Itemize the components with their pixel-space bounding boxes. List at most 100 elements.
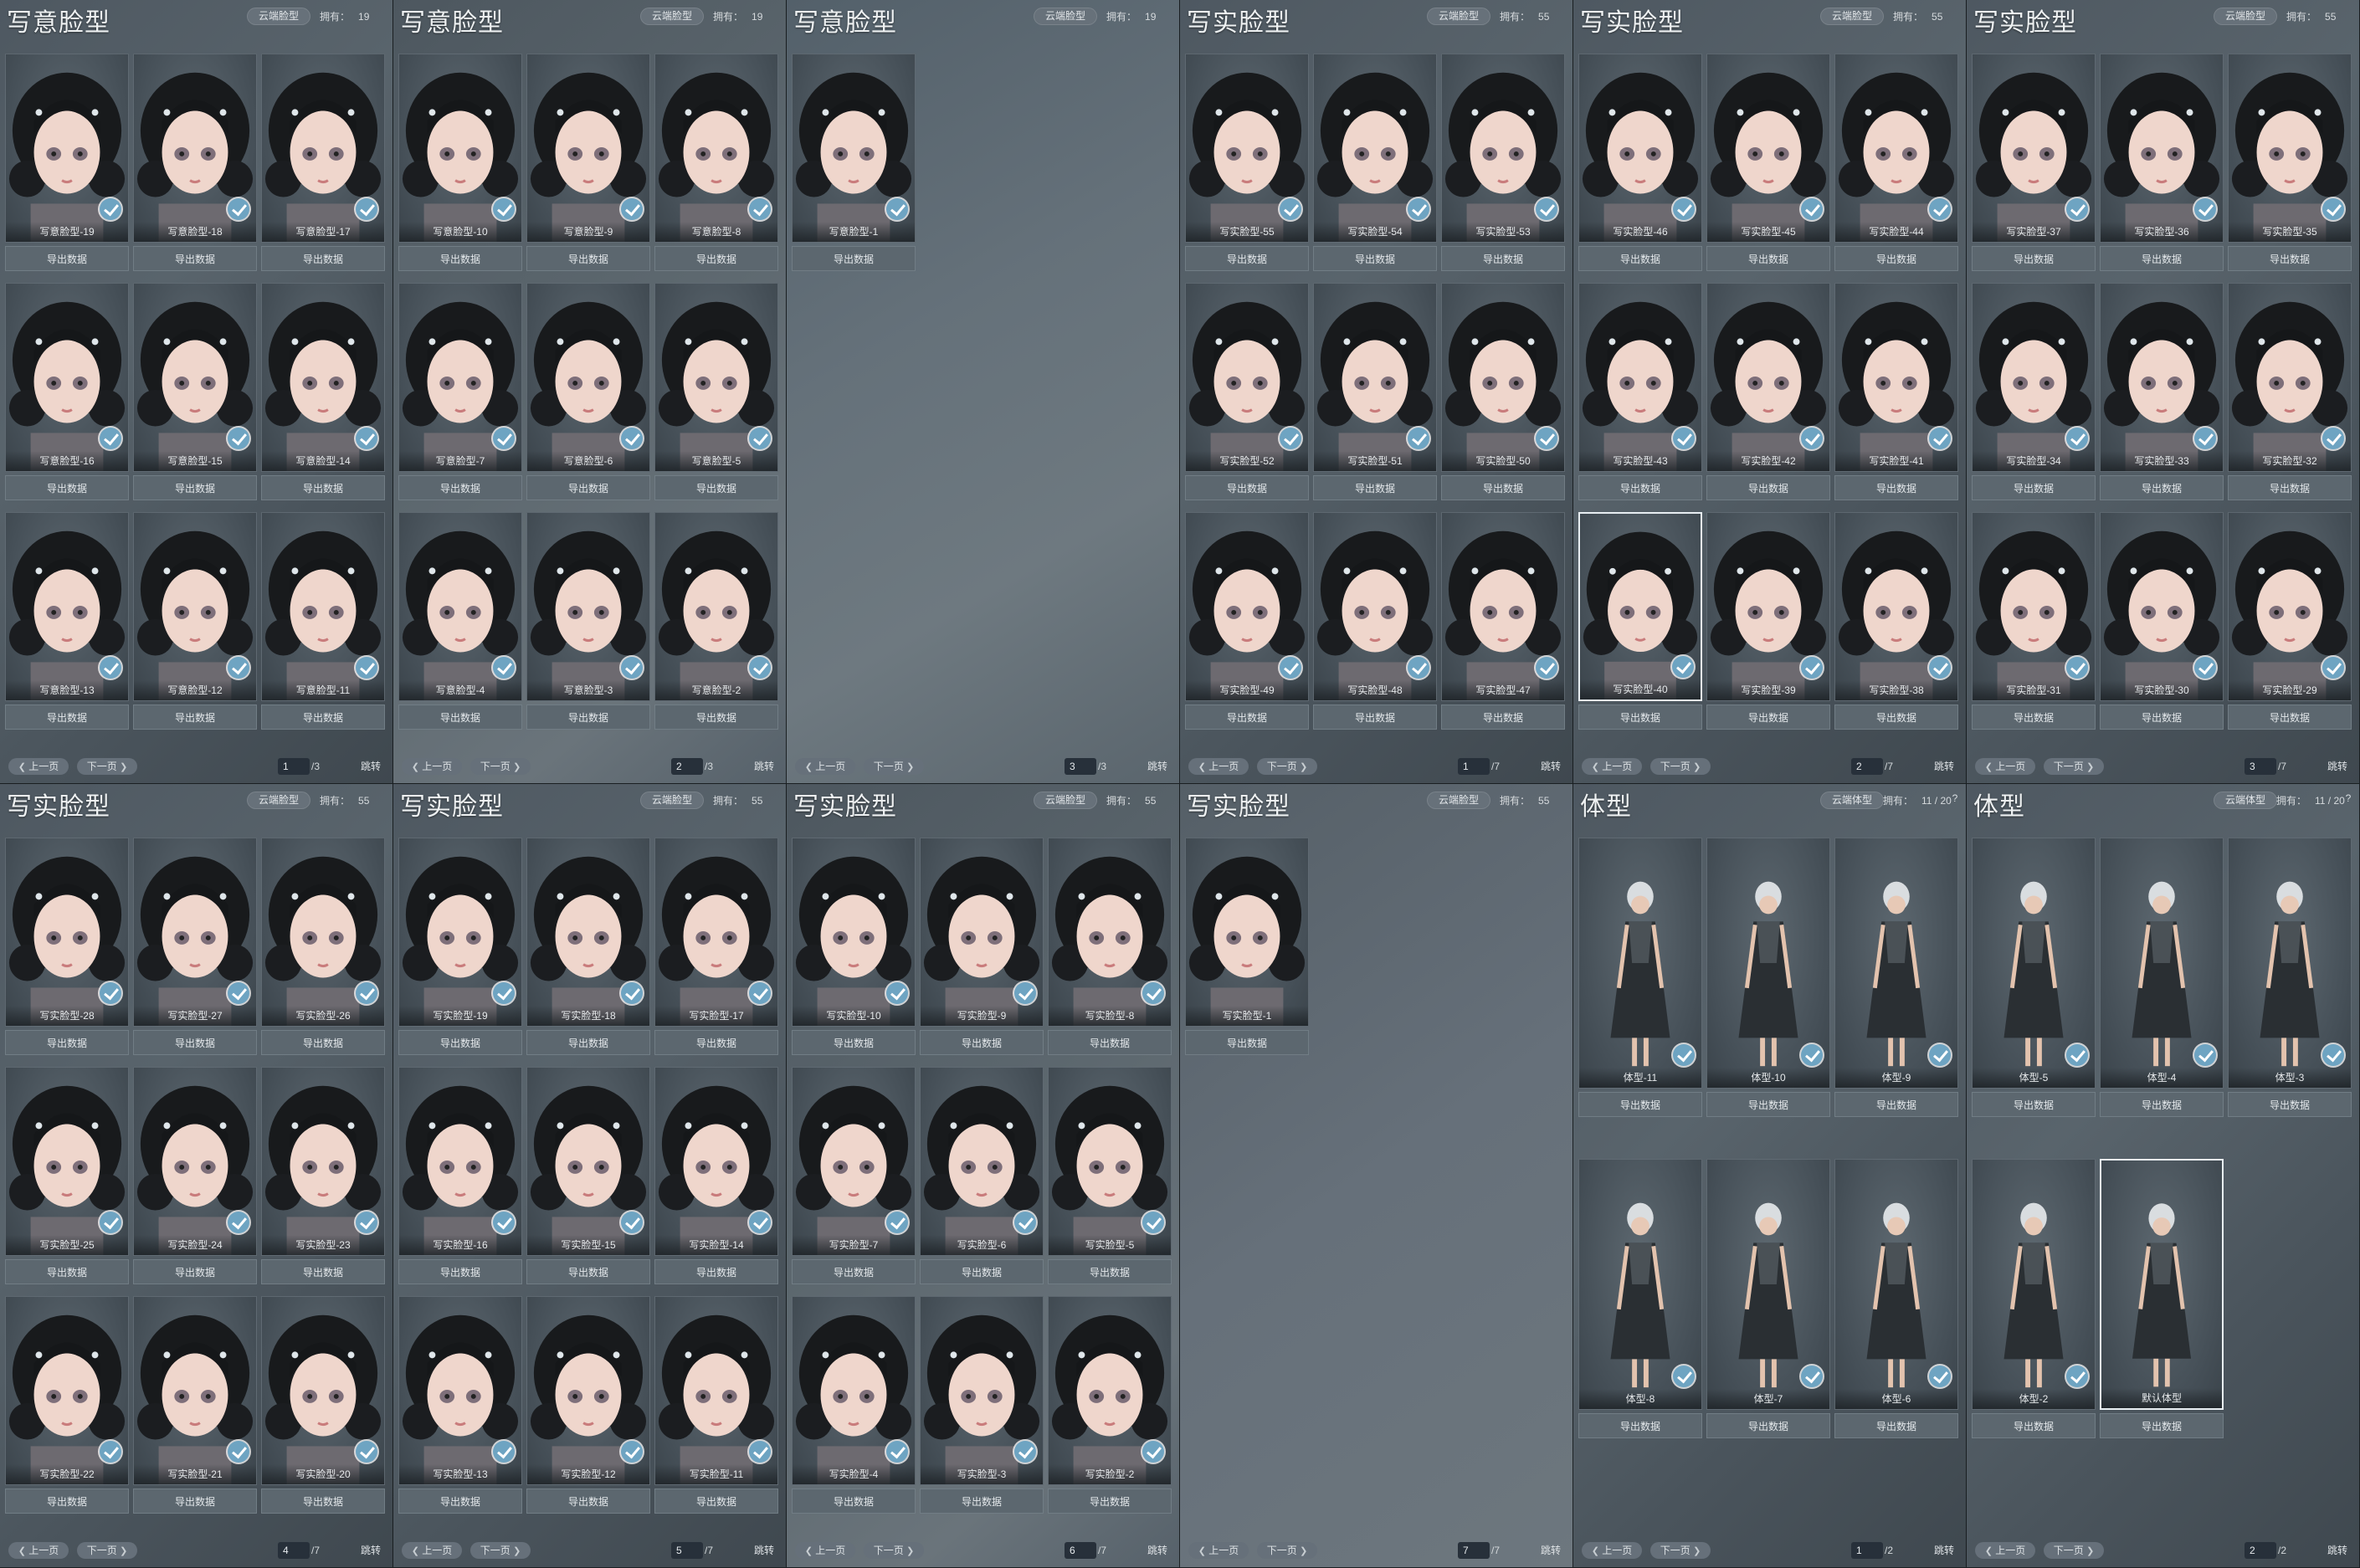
page-input[interactable]: 2 (671, 758, 703, 775)
style-card[interactable]: 写实脸型-15 导出数据 (526, 1067, 650, 1284)
style-card[interactable]: 写实脸型-41 导出数据 (1834, 283, 1958, 500)
thumbnail[interactable]: 写实脸型-21 (133, 1296, 257, 1485)
thumbnail[interactable]: 体型-10 (1706, 838, 1830, 1089)
style-card[interactable]: 写意脸型-9 导出数据 (526, 54, 650, 271)
style-card[interactable]: 写实脸型-10 导出数据 (792, 838, 916, 1055)
prev-page-button[interactable]: ❮ 上一页 (1188, 1542, 1249, 1559)
next-page-button[interactable]: 下一页 ❯ (1257, 1542, 1317, 1559)
export-data-button[interactable]: 导出数据 (1972, 705, 2096, 730)
export-data-button[interactable]: 导出数据 (1578, 1413, 1702, 1438)
style-card[interactable]: 写实脸型-48 导出数据 (1313, 512, 1437, 730)
export-data-button[interactable]: 导出数据 (1834, 1092, 1958, 1117)
style-card[interactable]: 写实脸型-47 导出数据 (1441, 512, 1565, 730)
export-data-button[interactable]: 导出数据 (133, 705, 257, 730)
style-card[interactable]: 写实脸型-51 导出数据 (1313, 283, 1437, 500)
thumbnail[interactable]: 写实脸型-41 (1834, 283, 1958, 472)
style-card[interactable]: 写意脸型-19 导出数据 (5, 54, 129, 271)
cloud-button[interactable]: 云端脸型 (1034, 8, 1097, 25)
thumbnail[interactable]: 默认体型 (2100, 1159, 2224, 1410)
style-card[interactable]: 写实脸型-6 导出数据 (920, 1067, 1044, 1284)
style-card[interactable]: 写实脸型-18 导出数据 (526, 838, 650, 1055)
cloud-button[interactable]: 云端体型 (1820, 792, 1884, 809)
export-data-button[interactable]: 导出数据 (133, 1030, 257, 1055)
style-card[interactable]: 写实脸型-33 导出数据 (2100, 283, 2224, 500)
export-data-button[interactable]: 导出数据 (526, 246, 650, 271)
style-card[interactable]: 体型-8 导出数据 (1578, 1159, 1702, 1438)
thumbnail[interactable]: 体型-6 (1834, 1159, 1958, 1410)
style-card[interactable]: 写意脸型-2 导出数据 (654, 512, 778, 730)
prev-page-button[interactable]: ❮ 上一页 (8, 758, 69, 775)
thumbnail[interactable]: 写实脸型-10 (792, 838, 916, 1027)
style-card[interactable]: 体型-4 导出数据 (2100, 838, 2224, 1117)
export-data-button[interactable]: 导出数据 (654, 475, 778, 500)
style-card[interactable]: 写意脸型-12 导出数据 (133, 512, 257, 730)
thumbnail[interactable]: 写实脸型-26 (261, 838, 385, 1027)
style-card[interactable]: 写实脸型-4 导出数据 (792, 1296, 916, 1514)
export-data-button[interactable]: 导出数据 (5, 705, 129, 730)
thumbnail[interactable]: 写意脸型-10 (398, 54, 522, 243)
style-card[interactable]: 写意脸型-6 导出数据 (526, 283, 650, 500)
style-card[interactable]: 写意脸型-11 导出数据 (261, 512, 385, 730)
thumbnail[interactable]: 写实脸型-39 (1706, 512, 1830, 701)
page-input[interactable]: 7 (1458, 1542, 1490, 1559)
next-page-button[interactable]: 下一页 ❯ (77, 758, 137, 775)
style-card[interactable]: 写实脸型-49 导出数据 (1185, 512, 1309, 730)
style-card[interactable]: 写实脸型-25 导出数据 (5, 1067, 129, 1284)
thumbnail[interactable]: 写实脸型-22 (5, 1296, 129, 1485)
export-data-button[interactable]: 导出数据 (261, 1259, 385, 1284)
cloud-button[interactable]: 云端脸型 (247, 792, 310, 809)
thumbnail[interactable]: 写意脸型-18 (133, 54, 257, 243)
export-data-button[interactable]: 导出数据 (1313, 246, 1437, 271)
style-card[interactable]: 写实脸型-39 导出数据 (1706, 512, 1830, 730)
thumbnail[interactable]: 写实脸型-52 (1185, 283, 1309, 472)
jump-button[interactable]: 跳转 (1140, 1542, 1175, 1559)
style-card[interactable]: 写实脸型-17 导出数据 (654, 838, 778, 1055)
export-data-button[interactable]: 导出数据 (5, 246, 129, 271)
thumbnail[interactable]: 写实脸型-4 (792, 1296, 916, 1485)
cloud-button[interactable]: 云端脸型 (640, 792, 704, 809)
page-input[interactable]: 3 (2245, 758, 2276, 775)
style-card[interactable]: 写实脸型-37 导出数据 (1972, 54, 2096, 271)
style-card[interactable]: 写实脸型-50 导出数据 (1441, 283, 1565, 500)
export-data-button[interactable]: 导出数据 (2100, 1092, 2224, 1117)
thumbnail[interactable]: 写意脸型-4 (398, 512, 522, 701)
export-data-button[interactable]: 导出数据 (1706, 1413, 1830, 1438)
export-data-button[interactable]: 导出数据 (792, 1030, 916, 1055)
export-data-button[interactable]: 导出数据 (1578, 705, 1702, 730)
prev-page-button[interactable]: ❮ 上一页 (402, 758, 462, 775)
style-card[interactable]: 体型-11 导出数据 (1578, 838, 1702, 1117)
jump-button[interactable]: 跳转 (2320, 1542, 2355, 1559)
next-page-button[interactable]: 下一页 ❯ (1650, 758, 1711, 775)
export-data-button[interactable]: 导出数据 (2228, 1092, 2352, 1117)
style-card[interactable]: 写实脸型-28 导出数据 (5, 838, 129, 1055)
thumbnail[interactable]: 写意脸型-14 (261, 283, 385, 472)
style-card[interactable]: 写实脸型-42 导出数据 (1706, 283, 1830, 500)
export-data-button[interactable]: 导出数据 (1578, 1092, 1702, 1117)
cloud-button[interactable]: 云端脸型 (1820, 8, 1884, 25)
style-card[interactable]: 写实脸型-22 导出数据 (5, 1296, 129, 1514)
style-card[interactable]: 写实脸型-53 导出数据 (1441, 54, 1565, 271)
export-data-button[interactable]: 导出数据 (1185, 475, 1309, 500)
style-card[interactable]: 写实脸型-11 导出数据 (654, 1296, 778, 1514)
export-data-button[interactable]: 导出数据 (1706, 246, 1830, 271)
style-card[interactable]: 体型-7 导出数据 (1706, 1159, 1830, 1438)
style-card[interactable]: 写意脸型-16 导出数据 (5, 283, 129, 500)
thumbnail[interactable]: 写实脸型-48 (1313, 512, 1437, 701)
style-card[interactable]: 写实脸型-1 导出数据 (1185, 838, 1309, 1055)
page-input[interactable]: 2 (2245, 1542, 2276, 1559)
style-card[interactable]: 写意脸型-17 导出数据 (261, 54, 385, 271)
style-card[interactable]: 写实脸型-7 导出数据 (792, 1067, 916, 1284)
export-data-button[interactable]: 导出数据 (2228, 705, 2352, 730)
thumbnail[interactable]: 写实脸型-20 (261, 1296, 385, 1485)
thumbnail[interactable]: 写实脸型-30 (2100, 512, 2224, 701)
export-data-button[interactable]: 导出数据 (261, 1030, 385, 1055)
next-page-button[interactable]: 下一页 ❯ (1650, 1542, 1711, 1559)
style-card[interactable]: 写实脸型-54 导出数据 (1313, 54, 1437, 271)
style-card[interactable]: 写实脸型-31 导出数据 (1972, 512, 2096, 730)
export-data-button[interactable]: 导出数据 (398, 1259, 522, 1284)
thumbnail[interactable]: 写实脸型-45 (1706, 54, 1830, 243)
style-card[interactable]: 写意脸型-15 导出数据 (133, 283, 257, 500)
page-input[interactable]: 1 (1851, 1542, 1883, 1559)
export-data-button[interactable]: 导出数据 (1972, 1092, 2096, 1117)
export-data-button[interactable]: 导出数据 (2228, 475, 2352, 500)
